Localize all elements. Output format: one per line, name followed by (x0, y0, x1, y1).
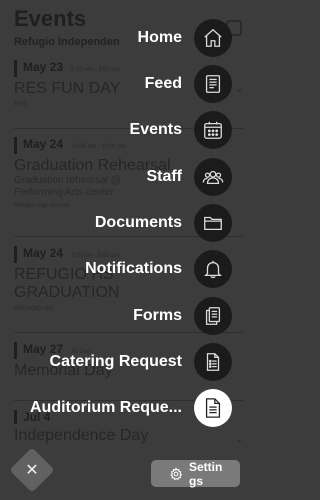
menu-item-label: Catering Request (49, 353, 182, 370)
document-icon[interactable] (194, 389, 232, 427)
home-icon[interactable] (194, 19, 232, 57)
folder-icon[interactable] (194, 204, 232, 242)
menu-item-label: Forms (133, 307, 182, 324)
menu-item-events[interactable]: Events (130, 111, 232, 149)
event-date: May 24 (23, 137, 64, 151)
page-title: Events (14, 6, 87, 31)
event-time: 10:00 am - 12:00 pm (71, 144, 127, 150)
event-name: Independence Day (14, 427, 149, 444)
menu-item-catering-request[interactable]: Catering Request (50, 343, 232, 381)
close-icon[interactable]: ✕ (16, 454, 48, 486)
event-date: May 24 (23, 246, 64, 260)
staff-icon[interactable] (194, 158, 232, 196)
menu-item-auditorium-request[interactable]: Auditorium Reque... (30, 389, 232, 427)
menu-item-label: Documents (94, 214, 182, 231)
menu-item-home[interactable]: Home (138, 19, 232, 57)
chevron-down-icon: ⌄ (234, 83, 244, 95)
forms-icon[interactable] (194, 297, 232, 335)
menu-item-label: Home (137, 29, 182, 46)
event-time: 8:00 am - 3:00 pm (71, 67, 120, 73)
calendar-icon[interactable] (194, 111, 232, 149)
bell-icon[interactable] (194, 250, 232, 288)
menu-item-documents[interactable]: Documents (95, 204, 232, 242)
menu-item-label: Auditorium Reque... (30, 399, 182, 416)
document-list-icon[interactable] (194, 343, 232, 381)
event-date: May 23 (23, 60, 64, 74)
menu-item-staff[interactable]: Staff (146, 158, 232, 196)
settings-label: Settings (189, 459, 223, 488)
menu-item-notifications[interactable]: Notifications (85, 250, 232, 288)
menu-item-forms[interactable]: Forms (133, 297, 232, 335)
page-subtitle: Refugio Independen (14, 36, 120, 48)
menu-item-label: Notifications (85, 260, 182, 277)
menu-item-label: Feed (144, 75, 182, 92)
gear-icon (170, 466, 183, 480)
feed-icon[interactable] (194, 65, 232, 103)
chevron-down-icon: ⌄ (234, 433, 244, 445)
settings-button[interactable]: Settings (151, 459, 240, 488)
menu-item-feed[interactable]: Feed (145, 65, 232, 103)
menu-item-label: Staff (146, 168, 182, 185)
menu-item-label: Events (129, 121, 182, 138)
